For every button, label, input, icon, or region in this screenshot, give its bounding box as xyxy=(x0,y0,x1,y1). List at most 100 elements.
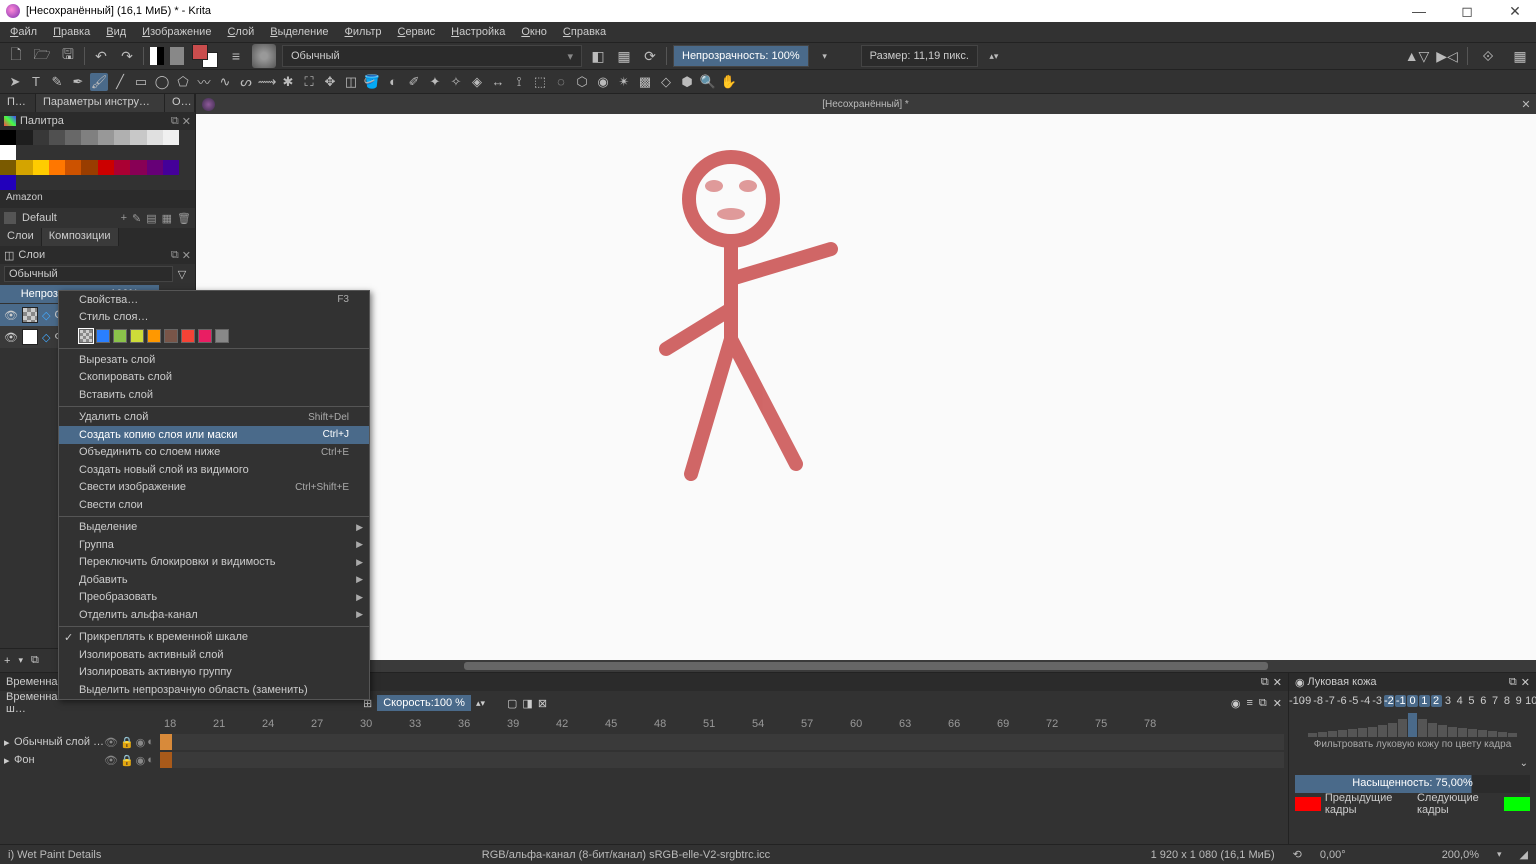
onion-close-icon[interactable]: ✕ xyxy=(1521,676,1530,689)
zoom-grip-icon[interactable]: ◢ xyxy=(1520,848,1528,861)
document-tab-title[interactable]: [Несохранённый] * xyxy=(215,99,1516,110)
zoom-dropdown-icon[interactable]: ▾ xyxy=(1497,849,1502,860)
menu-item[interactable]: Переключить блокировки и видимость▶ xyxy=(59,554,369,572)
tl-close2-icon[interactable]: ✕ xyxy=(1273,697,1282,710)
menu-item[interactable]: Скопировать слой xyxy=(59,369,369,387)
canvas-scrollbar-h[interactable] xyxy=(196,660,1536,672)
menu-item[interactable]: Свести изображениеCtrl+Shift+E xyxy=(59,479,369,497)
color-swatch[interactable] xyxy=(0,145,16,160)
color-swatch[interactable] xyxy=(0,130,16,145)
duplicate-layer-icon[interactable]: ⧉ xyxy=(31,654,39,667)
text-tool-icon[interactable]: T xyxy=(27,73,45,91)
undo-icon[interactable]: ↶ xyxy=(91,46,111,66)
add-layer-dropdown[interactable]: ▾ xyxy=(18,655,23,666)
mirror-v-icon[interactable]: ▶◁ xyxy=(1437,46,1457,66)
onion-bars[interactable] xyxy=(1289,711,1536,737)
brush-tool-icon[interactable]: 🖌 xyxy=(90,73,108,91)
edit-swatch-icon[interactable]: ✎ xyxy=(132,212,141,225)
color-swatch[interactable] xyxy=(114,130,130,145)
timeline-ruler[interactable]: 1821242730333639424548515457606366697275… xyxy=(0,715,1288,733)
menu-view[interactable]: Вид xyxy=(99,24,133,40)
polygon-tool-icon[interactable]: ⬠ xyxy=(174,73,192,91)
next-color-swatch[interactable] xyxy=(1504,797,1530,811)
layer-blend-select[interactable]: Обычный xyxy=(4,266,173,282)
color-swatch[interactable] xyxy=(49,160,65,175)
menu-item[interactable]: Вырезать слой xyxy=(59,351,369,369)
color-label[interactable] xyxy=(130,329,144,343)
menu-item[interactable]: Выделение▶ xyxy=(59,519,369,537)
redo-icon[interactable]: ↷ xyxy=(117,46,137,66)
menu-file[interactable]: Файл xyxy=(3,24,44,40)
color-label[interactable] xyxy=(147,329,161,343)
filter-layers-icon[interactable]: ▽ xyxy=(173,268,191,281)
menu-item[interactable]: Добавить▶ xyxy=(59,571,369,589)
color-label[interactable] xyxy=(181,329,195,343)
select-contiguous-icon[interactable]: ✴ xyxy=(615,73,633,91)
menu-help[interactable]: Справка xyxy=(556,24,613,40)
select-free-icon[interactable]: ◉ xyxy=(594,73,612,91)
close-panel-icon[interactable]: ✕ xyxy=(182,115,191,128)
menu-layer[interactable]: Слой xyxy=(220,24,261,40)
eraser-icon[interactable]: ◧ xyxy=(588,46,608,66)
color-swatch[interactable] xyxy=(98,160,114,175)
multibrush-icon[interactable]: ✱ xyxy=(279,73,297,91)
maximize-button[interactable]: ◻ xyxy=(1452,3,1482,20)
color-swatch[interactable] xyxy=(130,160,146,175)
color-swatch[interactable] xyxy=(0,175,16,190)
fg-color[interactable] xyxy=(192,44,208,60)
pattern-icon[interactable] xyxy=(170,47,184,65)
close-layers-icon[interactable]: ✕ xyxy=(182,249,191,262)
menu-item[interactable]: Изолировать активный слой xyxy=(59,646,369,664)
color-swatch[interactable] xyxy=(65,130,81,145)
select-ellipse-icon[interactable]: ◌ xyxy=(552,73,570,91)
menu-item[interactable]: Изолировать активную группу xyxy=(59,664,369,682)
status-rotate-icon[interactable]: ⟲ xyxy=(1293,848,1302,861)
tab-palette[interactable]: Пал… xyxy=(0,94,36,112)
menu-item[interactable]: Вставить слой xyxy=(59,386,369,404)
timeline-track-2[interactable]: ▸ Фон 👁🔒◉◐ xyxy=(0,751,1288,769)
grid-view-icon[interactable]: ▦ xyxy=(162,212,172,225)
select-similar-icon[interactable]: ▩ xyxy=(636,73,654,91)
alpha-lock-icon[interactable]: ▦ xyxy=(614,46,634,66)
prev-color-swatch[interactable] xyxy=(1295,797,1321,811)
menu-item[interactable]: Отделить альфа-канал▶ xyxy=(59,606,369,624)
menu-item[interactable]: Стиль слоя… xyxy=(59,309,369,327)
tab-layers[interactable]: Слои xyxy=(0,228,42,246)
color-label[interactable] xyxy=(96,329,110,343)
tl-opt2-icon[interactable]: ◨ xyxy=(522,697,532,710)
timeline-float-icon[interactable]: ⧉ xyxy=(1261,676,1269,689)
line-tool-icon[interactable]: ╱ xyxy=(111,73,129,91)
menu-item[interactable]: Преобразовать▶ xyxy=(59,589,369,607)
gradient-tool-icon[interactable]: ◐ xyxy=(384,73,402,91)
gradient-icon[interactable] xyxy=(150,47,164,65)
assistants-icon[interactable]: ◈ xyxy=(468,73,486,91)
pointer-tool-icon[interactable]: ➤ xyxy=(6,73,24,91)
menu-item[interactable]: Создать копию слоя или маскиCtrl+J xyxy=(59,426,369,444)
visibility-icon[interactable]: 👁 xyxy=(4,331,18,344)
freehand-path-icon[interactable]: ᔕ xyxy=(237,73,255,91)
status-zoom[interactable]: 200,0% xyxy=(1442,849,1479,861)
pan-tool-icon[interactable]: ✋ xyxy=(720,73,738,91)
color-swatch[interactable] xyxy=(163,160,179,175)
color-picker-icon[interactable]: ✐ xyxy=(405,73,423,91)
select-bezier-icon[interactable]: ◇ xyxy=(657,73,675,91)
move-tool-icon[interactable]: ✥ xyxy=(321,73,339,91)
keyframe[interactable] xyxy=(160,734,172,750)
blending-mode-select[interactable]: Обычный ▾ xyxy=(282,45,582,67)
zoom-tool-icon[interactable]: 🔍 xyxy=(699,73,717,91)
menu-item[interactable]: Удалить слойShift+Del xyxy=(59,409,369,427)
wrap-icon[interactable]: ⟐ xyxy=(1478,46,1498,66)
select-poly-icon[interactable]: ⬡ xyxy=(573,73,591,91)
color-swatch[interactable] xyxy=(147,160,163,175)
reload-icon[interactable]: ⟳ xyxy=(640,46,660,66)
onion-float-icon[interactable]: ⧉ xyxy=(1509,676,1517,689)
calligraphy-tool-icon[interactable]: ✒ xyxy=(69,73,87,91)
open-icon[interactable]: 🗁 xyxy=(32,46,52,66)
color-swatch[interactable] xyxy=(65,160,81,175)
float-panel-icon[interactable]: ⧉ xyxy=(171,115,179,128)
smart-patch-icon[interactable]: ✦ xyxy=(426,73,444,91)
menu-select[interactable]: Выделение xyxy=(263,24,335,40)
new-icon[interactable]: 🗋 xyxy=(6,46,26,66)
smart-fill-icon[interactable]: ✧ xyxy=(447,73,465,91)
tab-overview[interactable]: Об… xyxy=(165,94,195,112)
